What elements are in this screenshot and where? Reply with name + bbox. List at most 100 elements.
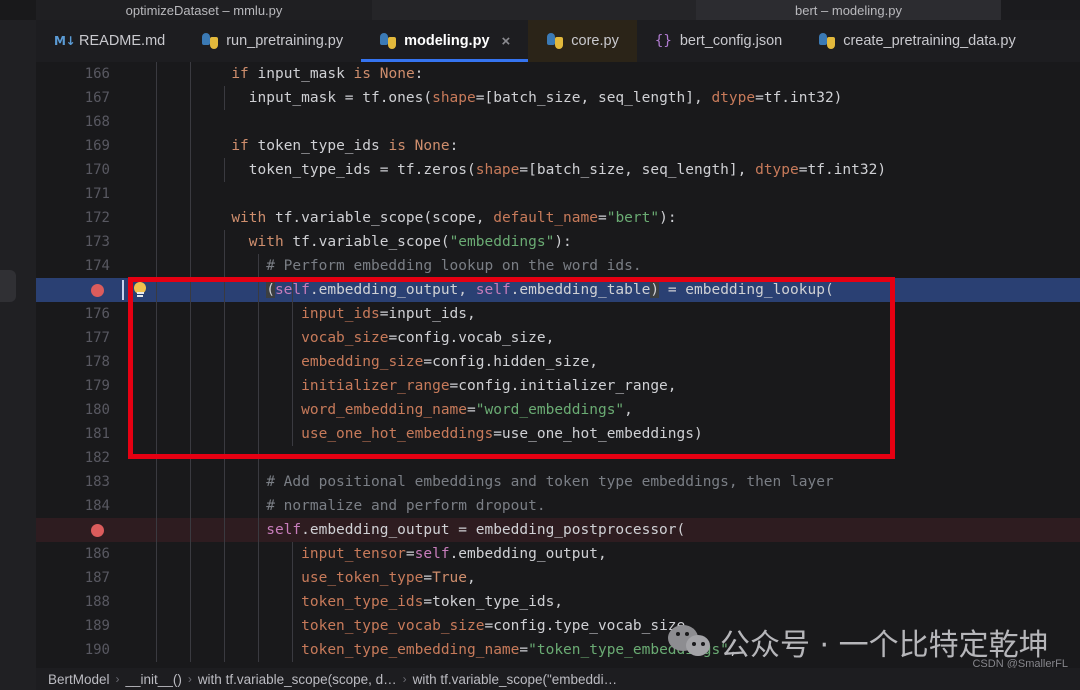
line-gutter[interactable]: 174 bbox=[36, 254, 120, 278]
line-number: 171 bbox=[84, 186, 110, 202]
line-gutter[interactable]: 189 bbox=[36, 614, 120, 638]
indent-guide bbox=[224, 470, 225, 494]
indent-guide bbox=[224, 614, 225, 638]
editor-tab-label: core.py bbox=[571, 33, 619, 49]
line-gutter[interactable]: 176 bbox=[36, 302, 120, 326]
code-line[interactable]: (self.embedding_output, self.embedding_t… bbox=[36, 278, 1080, 302]
code-line[interactable]: 174 # Perform embedding lookup on the wo… bbox=[36, 254, 1080, 278]
code-line[interactable]: 168 bbox=[36, 110, 1080, 134]
indent-guide bbox=[292, 422, 293, 446]
code-line[interactable]: 172 with tf.variable_scope(scope, defaul… bbox=[36, 206, 1080, 230]
indent-guide bbox=[190, 158, 191, 182]
code-text: token_type_embedding_name="token_type_em… bbox=[301, 642, 738, 658]
editor-tab-readme-md[interactable]: M↓ README.md bbox=[36, 20, 183, 62]
indent-guide bbox=[156, 158, 157, 182]
code-line[interactable]: 167 input_mask = tf.ones(shape=[batch_si… bbox=[36, 86, 1080, 110]
code-line[interactable]: 173 with tf.variable_scope("embeddings")… bbox=[36, 230, 1080, 254]
code-editor[interactable]: 166 if input_mask is None: 167 input_mask… bbox=[36, 62, 1080, 668]
close-icon[interactable]: × bbox=[502, 33, 511, 50]
line-gutter[interactable]: 168 bbox=[36, 110, 120, 134]
indent-guide bbox=[190, 398, 191, 422]
editor-tab-bert-config-json[interactable]: {} bert_config.json bbox=[637, 20, 800, 62]
code-line[interactable]: 166 if input_mask is None: bbox=[36, 62, 1080, 86]
indent-guide bbox=[224, 518, 225, 542]
code-line[interactable]: 177 vocab_size=config.vocab_size, bbox=[36, 326, 1080, 350]
collapsed-panel-handle[interactable] bbox=[0, 270, 16, 302]
indent-guide bbox=[156, 278, 157, 302]
code-text: with tf.variable_scope("embeddings"): bbox=[248, 234, 572, 250]
editor-tab-label: modeling.py bbox=[404, 33, 490, 49]
code-line[interactable]: 188 token_type_ids=token_type_ids, bbox=[36, 590, 1080, 614]
editor-tab-create-pretraining-data-py[interactable]: create_pretraining_data.py bbox=[800, 20, 1034, 62]
code-line[interactable]: 176 input_ids=input_ids, bbox=[36, 302, 1080, 326]
line-gutter[interactable]: 173 bbox=[36, 230, 120, 254]
os-window-title-2[interactable] bbox=[372, 0, 696, 20]
line-number: 167 bbox=[84, 90, 110, 106]
breadcrumb-item[interactable]: BertModel bbox=[48, 672, 110, 687]
line-gutter[interactable]: 180 bbox=[36, 398, 120, 422]
line-number: 182 bbox=[84, 450, 110, 466]
breakpoint-icon[interactable] bbox=[91, 284, 104, 297]
breadcrumb-item[interactable]: with tf.variable_scope(scope, d… bbox=[198, 672, 397, 687]
line-gutter[interactable]: 186 bbox=[36, 542, 120, 566]
indent-guide bbox=[156, 638, 157, 662]
indent-guide bbox=[292, 350, 293, 374]
breakpoint-icon[interactable] bbox=[91, 524, 104, 537]
code-line[interactable]: 178 embedding_size=config.hidden_size, bbox=[36, 350, 1080, 374]
line-number: 184 bbox=[84, 498, 110, 514]
line-gutter[interactable]: 183 bbox=[36, 470, 120, 494]
line-number: 176 bbox=[84, 306, 110, 322]
os-window-title-3[interactable]: bert – modeling.py bbox=[696, 0, 1001, 20]
indent-guide bbox=[292, 614, 293, 638]
code-line[interactable]: 184 # normalize and perform dropout. bbox=[36, 494, 1080, 518]
code-line[interactable]: 171 bbox=[36, 182, 1080, 206]
line-number: 183 bbox=[84, 474, 110, 490]
os-window-title-1[interactable]: optimizeDataset – mmlu.py bbox=[36, 0, 372, 20]
code-line[interactable]: 179 initializer_range=config.initializer… bbox=[36, 374, 1080, 398]
code-line[interactable]: self.embedding_output = embedding_postpr… bbox=[36, 518, 1080, 542]
code-text: vocab_size=config.vocab_size, bbox=[301, 330, 555, 346]
lightbulb-icon[interactable] bbox=[132, 282, 148, 298]
code-line[interactable]: 187 use_token_type=True, bbox=[36, 566, 1080, 590]
indent-guide bbox=[224, 566, 225, 590]
breadcrumb-item[interactable]: __init__() bbox=[126, 672, 182, 687]
code-line[interactable]: 170 token_type_ids = tf.zeros(shape=[bat… bbox=[36, 158, 1080, 182]
line-gutter[interactable]: 177 bbox=[36, 326, 120, 350]
indent-guide bbox=[258, 350, 259, 374]
line-gutter[interactable]: 184 bbox=[36, 494, 120, 518]
code-line[interactable]: 186 input_tensor=self.embedding_output, bbox=[36, 542, 1080, 566]
line-gutter[interactable]: 179 bbox=[36, 374, 120, 398]
line-gutter[interactable]: 169 bbox=[36, 134, 120, 158]
indent-guide bbox=[224, 422, 225, 446]
line-gutter[interactable]: 178 bbox=[36, 350, 120, 374]
editor-tab-core-py[interactable]: core.py bbox=[528, 20, 637, 62]
indent-guide bbox=[258, 398, 259, 422]
editor-tab-modeling-py[interactable]: modeling.py × bbox=[361, 20, 529, 62]
line-gutter[interactable]: 188 bbox=[36, 590, 120, 614]
line-gutter[interactable]: 167 bbox=[36, 86, 120, 110]
line-gutter[interactable]: 182 bbox=[36, 446, 120, 470]
line-gutter[interactable]: 170 bbox=[36, 158, 120, 182]
line-gutter[interactable]: 172 bbox=[36, 206, 120, 230]
line-gutter[interactable]: 187 bbox=[36, 566, 120, 590]
line-gutter[interactable]: 166 bbox=[36, 62, 120, 86]
indent-guide bbox=[156, 206, 157, 230]
python-icon bbox=[379, 33, 396, 50]
breadcrumb-item[interactable]: with tf.variable_scope("embeddi… bbox=[413, 672, 617, 687]
code-line[interactable]: 180 word_embedding_name="word_embeddings… bbox=[36, 398, 1080, 422]
code-line[interactable]: 183 # Add positional embeddings and toke… bbox=[36, 470, 1080, 494]
indent-guide bbox=[156, 134, 157, 158]
code-line[interactable]: 182 bbox=[36, 446, 1080, 470]
code-line[interactable]: 169 if token_type_ids is None: bbox=[36, 134, 1080, 158]
line-gutter[interactable]: 181 bbox=[36, 422, 120, 446]
os-window-title-4[interactable] bbox=[1001, 0, 1080, 20]
indent-guide bbox=[190, 494, 191, 518]
code-text: # normalize and perform dropout. bbox=[144, 498, 546, 514]
line-gutter[interactable]: 171 bbox=[36, 182, 120, 206]
line-gutter[interactable]: 190 bbox=[36, 638, 120, 662]
line-gutter[interactable] bbox=[36, 518, 120, 542]
line-gutter[interactable] bbox=[36, 278, 120, 302]
code-line[interactable]: 181 use_one_hot_embeddings=use_one_hot_e… bbox=[36, 422, 1080, 446]
editor-tab-run-pretraining-py[interactable]: run_pretraining.py bbox=[183, 20, 361, 62]
indent-guide bbox=[224, 230, 225, 254]
